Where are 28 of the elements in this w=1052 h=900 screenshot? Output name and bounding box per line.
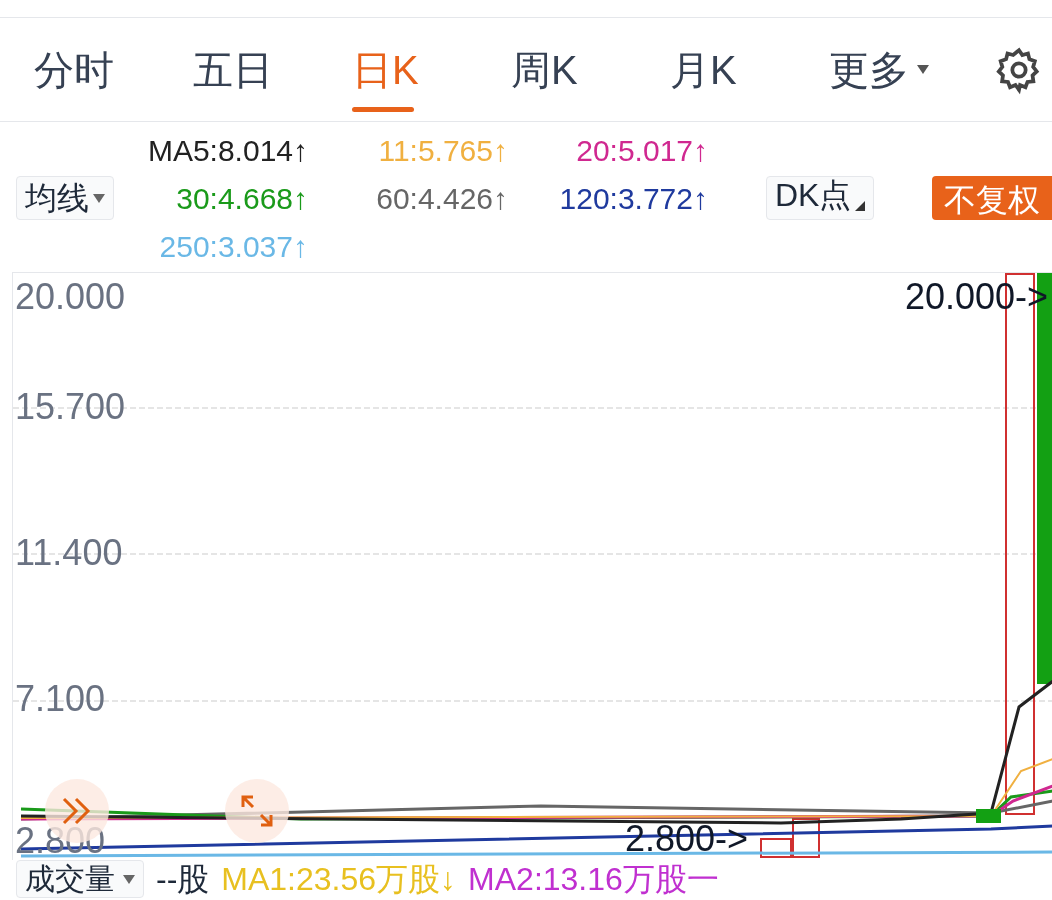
caret-icon — [93, 193, 105, 203]
volume-value: --股 — [156, 860, 210, 898]
volume-dropdown[interactable]: 成交量 — [16, 860, 144, 898]
expand-icon — [239, 793, 275, 829]
ma-value: 20:5.017↑ — [576, 133, 709, 169]
ma-type-dropdown[interactable]: 均线 — [16, 176, 114, 220]
ma-value: 60:4.426↑ — [376, 181, 509, 217]
y-axis-label: 20.000 — [15, 277, 126, 317]
volume-ma-value: MA2:13.16万股一 — [468, 860, 719, 898]
y-axis-label: 7.100 — [15, 679, 106, 719]
candle — [976, 809, 1001, 823]
corner-triangle-icon — [855, 201, 866, 211]
y-axis-label: 15.700 — [15, 387, 126, 427]
ma-value: 120:3.772↑ — [559, 181, 709, 217]
caret-icon — [123, 874, 135, 884]
volume-ma-value: MA1:23.56万股↓ — [221, 860, 457, 898]
period-tab[interactable]: 月K — [670, 17, 829, 122]
ma-value: MA5:8.014↑ — [147, 133, 309, 169]
period-tab[interactable]: 五日 — [193, 17, 352, 122]
ma-value: 30:4.668↑ — [176, 181, 309, 217]
period-tab[interactable]: 周K — [511, 17, 670, 122]
dk-point-dropdown[interactable]: DK点 — [766, 176, 875, 220]
ma-value: 11:5.765↑ — [378, 133, 509, 169]
period-tab[interactable]: 分时 — [34, 17, 193, 122]
caret-icon — [917, 65, 929, 74]
ma-value: 250:3.037↑ — [159, 229, 309, 265]
y-axis-label: 11.400 — [15, 533, 123, 573]
more-dropdown[interactable]: 更多 — [829, 17, 989, 122]
